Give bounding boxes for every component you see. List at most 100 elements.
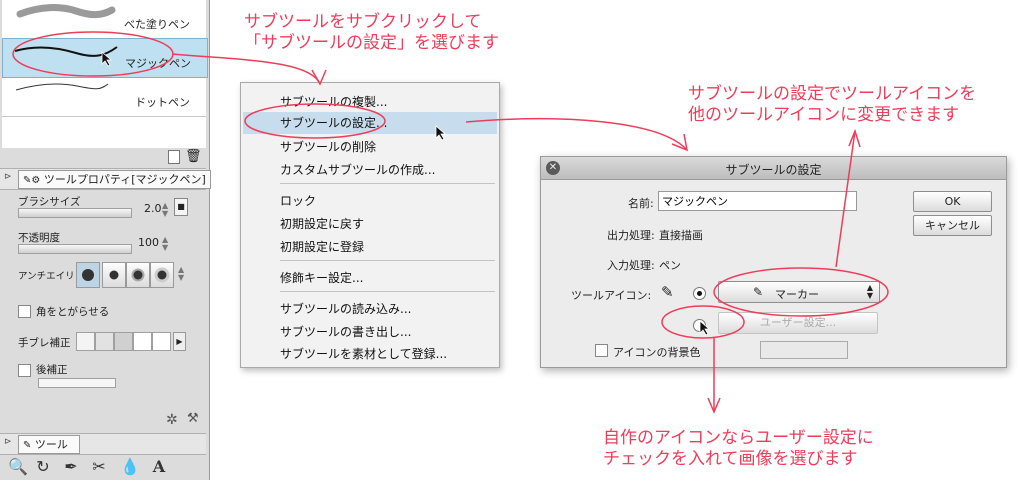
flat-pen-stroke-icon <box>16 4 116 19</box>
collapse-icon[interactable]: ⊳ <box>4 172 12 182</box>
tab-label: ツール <box>34 438 68 451</box>
stabilization-label: 手ブレ補正 <box>18 337 71 349</box>
brush-size-value[interactable]: 2.0 <box>144 202 162 215</box>
post-correction-checkbox[interactable] <box>18 364 31 377</box>
menu-item-subtool-settings[interactable]: サブツールの設定... <box>243 112 497 134</box>
tab-tool-property[interactable]: ✎⚙ ツールプロパティ[マジックペン] <box>18 170 211 189</box>
annotation-right: サブツールの設定でツールアイコンを 他のツールアイコンに変更できます <box>688 84 976 126</box>
menu-item-duplicate[interactable]: サブツールの複製... <box>280 93 387 110</box>
tool-icon-label: ツールアイコン: <box>571 289 652 302</box>
brush-item-flat-pen[interactable]: べた塗りペン <box>2 0 206 39</box>
menu-item-register-material[interactable]: サブツールを素材として登録... <box>280 345 447 362</box>
menu-item-import[interactable]: サブツールの読み込み... <box>280 300 411 317</box>
name-field[interactable] <box>658 191 857 211</box>
annotation-line: 自作のアイコンならユーザー設定に <box>603 428 874 448</box>
antialias-strong-button[interactable] <box>150 262 174 288</box>
icon-bg-color-label: アイコンの背景色 <box>613 346 701 359</box>
menu-item-export[interactable]: サブツールの書き出し... <box>280 323 411 340</box>
antialias-none-button[interactable] <box>76 262 100 288</box>
menu-separator <box>280 260 495 261</box>
annotation-line: サブツールの設定でツールアイコンを <box>688 84 977 104</box>
text-tool-icon[interactable]: A <box>150 458 168 476</box>
gear-icon: ⚙ <box>31 175 41 186</box>
tool-property-tab-bar: ⊳ ✎⚙ ツールプロパティ[マジックペン] <box>0 168 211 190</box>
annotation-line: 他のツールアイコンに変更できます <box>688 105 960 125</box>
user-setting-button[interactable]: ユーザー設定... <box>718 312 878 334</box>
annotation-bottom: 自作のアイコンならユーザー設定に チェックを入れて画像を選びます <box>603 428 874 470</box>
menu-separator <box>280 291 495 292</box>
brush-size-stepper[interactable]: ▲ ▼ <box>162 202 168 218</box>
wrench-icon[interactable]: ⚒ <box>187 411 199 426</box>
dialog-titlebar: ✕ サブツールの設定 <box>541 157 1006 180</box>
chevron-updown-icon: ▲ ▼ <box>866 283 873 300</box>
menu-item-reset-default[interactable]: 初期設定に戻す <box>280 215 364 232</box>
menu-item-register-default[interactable]: 初期設定に登録 <box>280 238 364 255</box>
icon-bg-color-swatch[interactable] <box>760 341 848 359</box>
menu-item-delete[interactable]: サブツールの削除 <box>280 138 376 155</box>
menu-item-modifier-keys[interactable]: 修飾キー設定... <box>280 269 363 286</box>
menu-item-create-custom[interactable]: カスタムサブツールの作成... <box>280 161 435 178</box>
output-label: 出力処理: <box>607 229 655 242</box>
stabilization-arrow-button[interactable]: ▶ <box>173 332 186 351</box>
stabilization-cell[interactable] <box>76 332 95 351</box>
subtool-settings-dialog: ✕ サブツールの設定 名前: 出力処理: 直接描画 入力処理: ペン ツールアイ… <box>540 156 1007 368</box>
brush-list-empty <box>2 117 206 148</box>
marker-icon: ✎ <box>753 285 764 299</box>
airbrush-tool-icon[interactable]: ✂ <box>90 458 108 476</box>
arrowhead <box>671 133 688 152</box>
new-subtool-icon[interactable] <box>168 150 180 164</box>
sharp-corners-label: 角をとがらせる <box>36 306 110 318</box>
brush-item-dot-pen[interactable]: ドットペン <box>2 78 206 117</box>
icon-select-value: マーカー <box>775 288 819 301</box>
tool-tab-bar: ⊳ ✎ ツール <box>0 433 206 455</box>
opacity-value[interactable]: 100 <box>138 236 159 249</box>
annotation-line: 「サブツールの設定」を選びます <box>244 33 499 53</box>
blend-tool-icon[interactable]: 💧 <box>120 458 140 476</box>
stabilization-cell[interactable] <box>152 332 171 351</box>
post-correction-label: 後補正 <box>36 364 68 376</box>
input-label: 入力処理: <box>607 259 655 272</box>
antialias-weak-button[interactable] <box>102 262 126 288</box>
subtool-context-menu: サブツールの複製... サブツールの設定... サブツールの削除 カスタムサブツ… <box>240 82 500 368</box>
pen-nib-tool-icon[interactable]: ✒ <box>62 458 80 476</box>
opacity-slider[interactable] <box>18 244 132 254</box>
name-label: 名前: <box>628 197 654 210</box>
antialias-medium-button[interactable] <box>126 262 150 288</box>
brush-item-label: マジックペン <box>125 57 191 70</box>
opacity-stepper[interactable]: ▲ ▼ <box>162 236 168 252</box>
marker-preview-icon: ✎ <box>661 283 674 301</box>
brush-item-magic-pen[interactable]: マジックペン <box>2 38 208 78</box>
opacity-label: 不透明度 <box>18 232 60 244</box>
subtool-panel: べた塗りペン マジックペン ドットペン 🗑 ⊳ ✎⚙ ツールプロパティ[マジック… <box>0 0 211 480</box>
brush-size-menu-button[interactable]: ■ <box>174 198 188 216</box>
mouse-cursor-icon <box>101 51 113 67</box>
stabilization-cell[interactable] <box>133 332 152 351</box>
ok-button[interactable]: OK <box>913 191 992 212</box>
arrowhead <box>848 128 861 148</box>
sharp-corners-checkbox[interactable] <box>18 305 31 318</box>
tab-tool[interactable]: ✎ ツール <box>18 435 80 454</box>
brush-size-label: ブラシサイズ <box>18 196 81 208</box>
menu-item-lock[interactable]: ロック <box>280 192 316 209</box>
trash-icon[interactable]: 🗑 <box>185 149 202 164</box>
dialog-title: サブツールの設定 <box>725 163 822 177</box>
menu-separator <box>280 183 495 184</box>
zoom-tool-icon[interactable]: 🔍 <box>8 458 28 476</box>
rotate-tool-icon[interactable]: ↻ <box>34 458 52 476</box>
input-value: ペン <box>659 259 681 272</box>
annotation-line: サブツールをサブクリックして <box>244 12 482 32</box>
collapse-icon[interactable]: ⊳ <box>4 437 12 447</box>
stabilization-cell[interactable] <box>95 332 114 351</box>
settings-spinner-icon[interactable]: ✲ <box>166 412 178 428</box>
antialias-stepper[interactable]: ▲ ▼ <box>178 266 184 282</box>
dot-pen-stroke-icon <box>15 83 109 91</box>
mouse-cursor-icon <box>435 125 447 141</box>
post-correction-slider[interactable] <box>38 378 116 388</box>
pen-icon: ✎ <box>23 440 32 451</box>
preset-icon-radio[interactable] <box>693 287 706 300</box>
icon-bg-color-checkbox[interactable] <box>595 344 608 357</box>
stabilization-cell[interactable] <box>114 332 133 351</box>
icon-select-dropdown[interactable]: ✎ マーカー ▲ ▼ <box>718 281 880 303</box>
cancel-button[interactable]: キャンセル <box>913 215 992 236</box>
brush-size-slider[interactable] <box>18 208 132 218</box>
